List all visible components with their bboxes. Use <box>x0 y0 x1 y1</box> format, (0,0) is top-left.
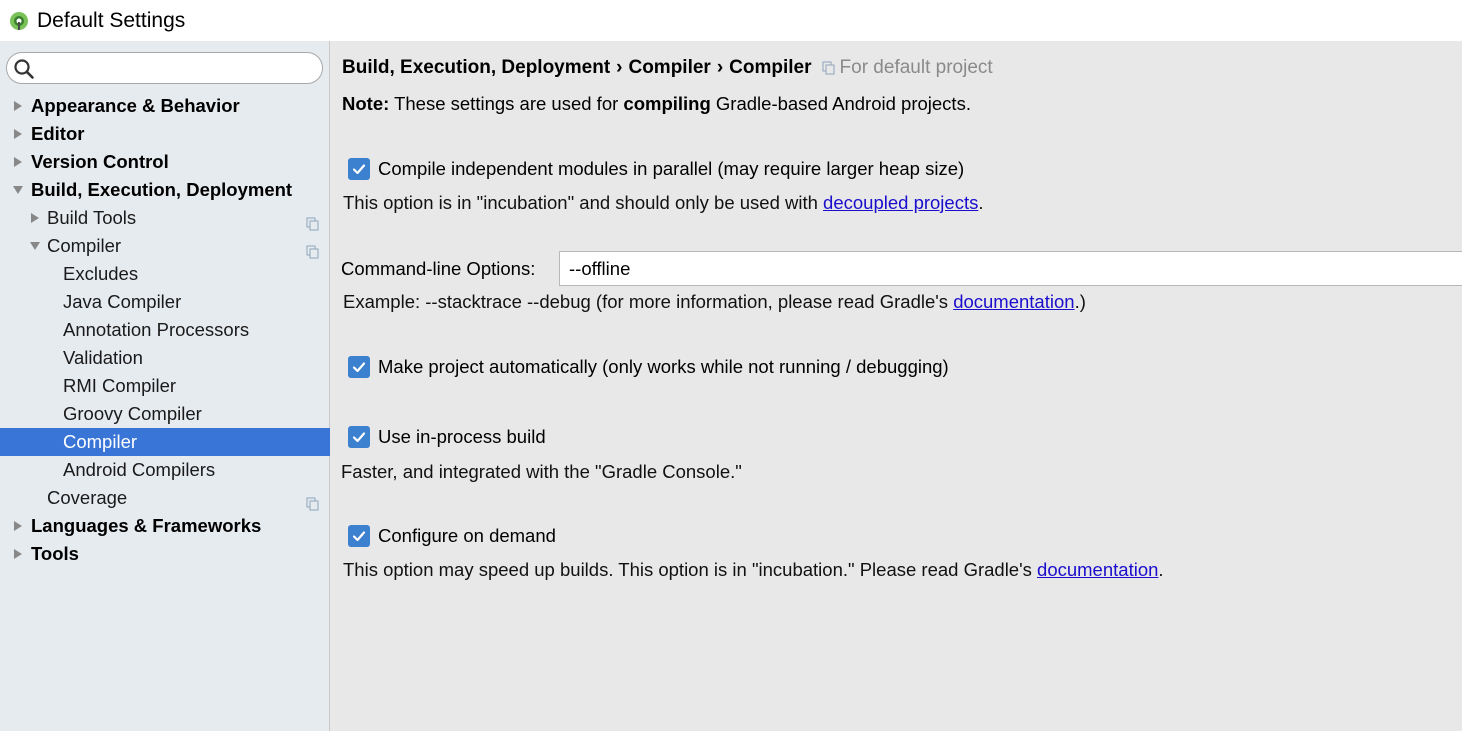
sidebar-item-groovy-compiler[interactable]: Groovy Compiler <box>0 400 330 428</box>
on-demand-description: This option may speed up builds. This op… <box>343 559 1164 581</box>
sidebar-item-label: RMI Compiler <box>63 375 177 396</box>
make-auto-checkbox[interactable] <box>348 356 370 378</box>
copy-icon <box>306 211 320 231</box>
sidebar-item-label: Version Control <box>31 151 169 172</box>
copy-icon <box>822 61 835 75</box>
sidebar-item-label: Groovy Compiler <box>63 403 202 424</box>
chevron-right-icon[interactable] <box>11 92 25 120</box>
sidebar-item-rmi-compiler[interactable]: RMI Compiler <box>0 372 330 400</box>
chevron-right-icon[interactable] <box>28 204 42 232</box>
sidebar-item-label: Excludes <box>63 263 139 284</box>
make-auto-option[interactable]: Make project automatically (only works w… <box>348 356 949 378</box>
sidebar-item-label: Tools <box>31 543 79 564</box>
sidebar-item-label: Java Compiler <box>63 291 182 312</box>
desc-text: This option may speed up builds. This op… <box>343 559 1038 580</box>
search-input[interactable] <box>39 56 309 80</box>
sidebar-item-label: Annotation Processors <box>63 319 250 340</box>
copy-icon <box>306 491 320 511</box>
sidebar-item-android-compilers[interactable]: Android Compilers <box>0 456 330 484</box>
sidebar-item-editor[interactable]: Editor <box>0 120 330 148</box>
parallel-label: Compile independent modules in parallel … <box>378 158 965 179</box>
sidebar-item-compiler[interactable]: Compiler <box>0 428 330 456</box>
sidebar-item-appearance-behavior[interactable]: Appearance & Behavior <box>0 92 330 120</box>
sidebar-item-tools[interactable]: Tools <box>0 540 330 568</box>
check-icon <box>352 531 366 542</box>
desc-text: .) <box>1074 291 1086 312</box>
settings-content: Build, Execution, Deployment › Compiler … <box>331 41 1462 731</box>
search-box[interactable] <box>6 52 323 84</box>
documentation-link[interactable]: documentation <box>1037 559 1158 580</box>
chevron-down-icon[interactable] <box>28 232 42 260</box>
sidebar-item-excludes[interactable]: Excludes <box>0 260 330 288</box>
sidebar-item-coverage[interactable]: Coverage <box>0 484 330 512</box>
sidebar-item-label: Appearance & Behavior <box>31 95 240 116</box>
parallel-description: This option is in "incubation" and shoul… <box>343 192 984 214</box>
sidebar-item-label: Compiler <box>47 235 122 256</box>
on-demand-option[interactable]: Configure on demand <box>348 525 556 547</box>
sidebar-item-languages-frameworks[interactable]: Languages & Frameworks <box>0 512 330 540</box>
sidebar-item-label: Editor <box>31 123 85 144</box>
search-icon <box>14 59 34 79</box>
note-part: These settings are used for <box>389 93 624 114</box>
command-line-example: Example: --stacktrace --debug (for more … <box>343 291 1086 313</box>
in-process-description: Faster, and integrated with the "Gradle … <box>341 461 742 482</box>
chevron-right-icon[interactable] <box>11 540 25 568</box>
sidebar-item-label: Validation <box>63 347 143 368</box>
title-bar: Default Settings <box>0 0 1462 41</box>
sidebar-item-label: Build, Execution, Deployment <box>31 179 293 200</box>
copy-icon <box>306 239 320 259</box>
decoupled-projects-link[interactable]: decoupled projects <box>823 192 978 213</box>
check-icon <box>352 164 366 175</box>
note-emphasis: compiling <box>623 93 711 114</box>
android-studio-icon <box>9 11 29 31</box>
sidebar-item-version-control[interactable]: Version Control <box>0 148 330 176</box>
sidebar-item-compiler[interactable]: Compiler <box>0 232 330 260</box>
desc-text: This option is in "incubation" and shoul… <box>343 192 824 213</box>
scope-text: For default project <box>839 57 993 78</box>
sidebar-item-label: Build Tools <box>47 207 137 228</box>
parallel-checkbox[interactable] <box>348 158 370 180</box>
note-prefix: Note: <box>342 93 390 114</box>
on-demand-checkbox[interactable] <box>348 525 370 547</box>
desc-text: . <box>1158 559 1164 580</box>
sidebar-item-java-compiler[interactable]: Java Compiler <box>0 288 330 316</box>
breadcrumb-item: Compiler <box>729 57 812 78</box>
breadcrumb-separator: › <box>716 57 724 78</box>
command-line-label: Command-line Options: <box>341 258 536 279</box>
chevron-down-icon[interactable] <box>11 176 25 204</box>
sidebar-item-build-tools[interactable]: Build Tools <box>0 204 330 232</box>
breadcrumb-item: Build, Execution, Deployment <box>342 57 611 78</box>
in-process-option[interactable]: Use in-process build <box>348 426 546 448</box>
command-line-input[interactable] <box>559 251 1462 286</box>
in-process-checkbox[interactable] <box>348 426 370 448</box>
parallel-option[interactable]: Compile independent modules in parallel … <box>348 158 964 180</box>
documentation-link[interactable]: documentation <box>953 291 1074 312</box>
settings-tree: Appearance & Behavior Editor Version Contr… <box>0 92 330 568</box>
sidebar-item-build-execution-deployment[interactable]: Build, Execution, Deployment <box>0 176 330 204</box>
sidebar-item-validation[interactable]: Validation <box>0 344 330 372</box>
sidebar-item-label: Compiler <box>63 431 138 452</box>
breadcrumb-item: Compiler <box>628 57 711 78</box>
make-auto-label: Make project automatically (only works w… <box>378 356 949 377</box>
breadcrumb-separator: › <box>616 57 623 78</box>
sidebar-item-annotation-processors[interactable]: Annotation Processors <box>0 316 330 344</box>
check-icon <box>352 432 366 443</box>
in-process-label: Use in-process build <box>378 426 546 447</box>
sidebar-item-label: Coverage <box>47 487 128 508</box>
note-text: Note: These settings are used for compil… <box>342 93 971 115</box>
on-demand-label: Configure on demand <box>378 525 556 546</box>
breadcrumb: Build, Execution, Deployment › Compiler … <box>342 55 993 81</box>
note-part: Gradle-based Android projects. <box>710 93 971 114</box>
desc-text: . <box>978 192 984 213</box>
chevron-right-icon[interactable] <box>11 148 25 176</box>
scope-label: For default project <box>822 57 993 79</box>
check-icon <box>352 362 366 373</box>
sidebar-item-label: Languages & Frameworks <box>31 515 262 536</box>
chevron-right-icon[interactable] <box>11 120 25 148</box>
desc-text: Example: --stacktrace --debug (for more … <box>343 291 954 312</box>
settings-sidebar: Appearance & Behavior Editor Version Contr… <box>0 41 330 731</box>
sidebar-item-label: Android Compilers <box>63 459 216 480</box>
chevron-right-icon[interactable] <box>11 512 25 540</box>
window-title: Default Settings <box>37 8 186 32</box>
